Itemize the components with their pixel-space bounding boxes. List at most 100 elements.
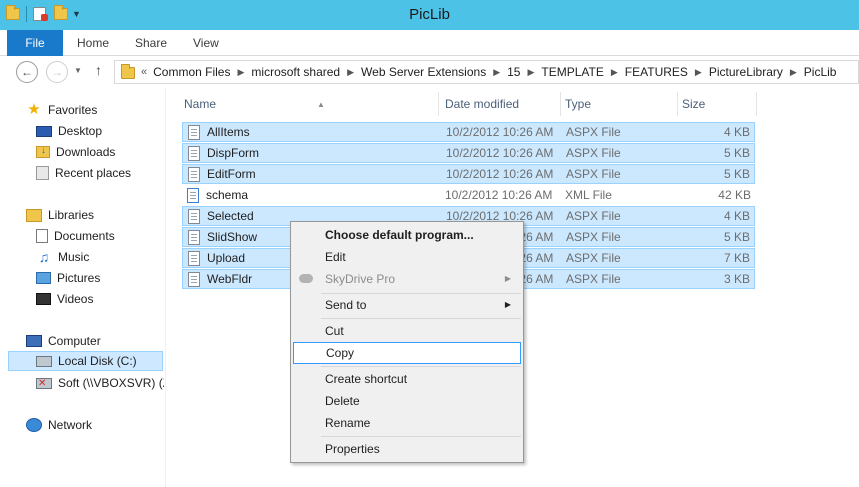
tab-home[interactable]: Home [77, 30, 109, 56]
nav-label: Local Disk (C:) [58, 354, 137, 368]
file-type: ASPX File [566, 272, 621, 286]
tab-share[interactable]: Share [135, 30, 167, 56]
nav-computer[interactable]: Computer [26, 331, 101, 351]
column-header-size[interactable]: Size [678, 92, 757, 116]
file-date: 10/2/2012 10:26 AM [446, 167, 554, 181]
tab-file[interactable]: File [7, 30, 63, 56]
nav-pictures[interactable]: Pictures [36, 268, 100, 288]
nav-label: Network [48, 418, 93, 432]
ribbon-tabs: File Home Share View [0, 30, 859, 56]
file-type: ASPX File [566, 146, 621, 160]
menu-item-edit[interactable]: Edit [293, 246, 521, 268]
back-button[interactable]: ← [16, 61, 38, 83]
menu-separator [321, 366, 521, 367]
chevron-right-icon[interactable]: ▶ [695, 67, 702, 78]
file-size: 4 KB [723, 209, 750, 223]
file-type: ASPX File [566, 167, 621, 181]
window-title: PicLib [409, 6, 450, 23]
sort-ascending-icon: ▲ [317, 100, 325, 109]
menu-item-skydrive-pro[interactable]: SkyDrive Pro ▶ [293, 268, 521, 290]
file-type: XML File [565, 188, 612, 202]
nav-network[interactable]: Network [26, 415, 92, 435]
breadcrumb-common-files[interactable]: Common Files [153, 65, 230, 79]
desktop-icon [36, 125, 52, 137]
file-size: 42 KB [718, 188, 751, 202]
nav-downloads[interactable]: Downloads [36, 142, 115, 162]
menu-separator [321, 436, 521, 437]
file-size: 5 KB [723, 167, 750, 181]
breadcrumb-web-server-extensions[interactable]: Web Server Extensions [361, 65, 486, 79]
nav-libraries[interactable]: Libraries [26, 205, 94, 225]
nav-label: Libraries [48, 208, 95, 222]
documents-icon [36, 229, 48, 243]
menu-item-cut[interactable]: Cut [293, 320, 521, 342]
breadcrumb-features[interactable]: FEATURES [625, 65, 688, 79]
menu-item-create-shortcut[interactable]: Create shortcut [293, 368, 521, 390]
nav-music[interactable]: ♫ Music [36, 247, 90, 267]
nav-label: Pictures [57, 271, 101, 285]
nav-label: Documents [54, 229, 115, 243]
file-icon [188, 145, 200, 161]
chevron-right-icon[interactable]: ▶ [790, 67, 797, 78]
breadcrumb-picturelibrary[interactable]: PictureLibrary [709, 65, 783, 79]
menu-item-delete[interactable]: Delete [293, 390, 521, 412]
chevron-right-icon[interactable]: ▶ [237, 67, 244, 78]
nav-label: Music [58, 250, 90, 264]
chevron-right-icon[interactable]: ▶ [611, 67, 618, 78]
chevron-right-icon[interactable]: ▶ [527, 67, 534, 78]
file-row-dispform[interactable]: DispForm 10/2/2012 10:26 AM ASPX File 5 … [182, 143, 755, 163]
context-menu: Choose default program... Edit SkyDrive … [290, 221, 524, 463]
menu-item-label: Send to [325, 298, 367, 312]
column-header-type[interactable]: Type [561, 92, 678, 116]
disconnected-drive-icon [36, 377, 52, 389]
videos-icon [36, 293, 51, 305]
pictures-icon [36, 272, 51, 284]
column-header-date[interactable]: Date modified [441, 92, 561, 116]
nav-documents[interactable]: Documents [36, 226, 115, 246]
nav-favorites[interactable]: ★ Favorites [26, 100, 97, 120]
column-header-name[interactable]: Name ▲ [180, 92, 439, 116]
nav-local-disk[interactable]: Local Disk (C:) [8, 351, 163, 371]
file-row-allitems[interactable]: AllItems 10/2/2012 10:26 AM ASPX File 4 … [182, 122, 755, 142]
breadcrumb-overflow[interactable]: « [141, 66, 147, 78]
navigation-pane: ★ Favorites Desktop Downloads Recent pla… [0, 88, 166, 487]
file-date: 10/2/2012 10:26 AM [446, 146, 554, 160]
breadcrumb-template[interactable]: TEMPLATE [541, 65, 603, 79]
nav-label: Videos [57, 292, 94, 306]
menu-item-rename[interactable]: Rename [293, 412, 521, 434]
breadcrumb-piclib[interactable]: PicLib [804, 65, 837, 79]
nav-videos[interactable]: Videos [36, 289, 93, 309]
nav-recent-places[interactable]: Recent places [36, 163, 131, 183]
menu-item-label: SkyDrive Pro [325, 272, 396, 286]
submenu-arrow-icon: ▶ [504, 300, 511, 309]
nav-label: Soft (\\VBOXSVR) (Z [58, 376, 164, 390]
menu-item-copy[interactable]: Copy [293, 342, 521, 364]
file-row-editform[interactable]: EditForm 10/2/2012 10:26 AM ASPX File 5 … [182, 164, 755, 184]
address-bar[interactable]: « Common Files ▶ microsoft shared ▶ Web … [114, 60, 859, 84]
chevron-right-icon[interactable]: ▶ [493, 67, 500, 78]
recent-locations-icon[interactable]: ▼ [74, 66, 82, 75]
file-date: 10/2/2012 10:26 AM [446, 125, 554, 139]
star-icon: ★ [27, 101, 41, 118]
menu-item-properties[interactable]: Properties [293, 438, 521, 460]
forward-button[interactable]: → [46, 61, 68, 83]
breadcrumb-15[interactable]: 15 [507, 65, 520, 79]
file-type: ASPX File [566, 209, 621, 223]
file-name: EditForm [207, 167, 256, 181]
menu-item-choose-default-program[interactable]: Choose default program... [293, 224, 521, 246]
column-label: Name [184, 97, 217, 111]
file-date: 10/2/2012 10:26 AM [445, 188, 553, 202]
chevron-right-icon[interactable]: ▶ [347, 67, 354, 78]
nav-soft-network-drive[interactable]: Soft (\\VBOXSVR) (Z [36, 373, 164, 393]
tab-view[interactable]: View [193, 30, 219, 56]
file-name: DispForm [207, 146, 260, 160]
menu-item-send-to[interactable]: Send to ▶ [293, 294, 521, 316]
file-size: 7 KB [723, 251, 750, 265]
up-button[interactable]: ↑ [95, 62, 102, 78]
title-bar: ▼ PicLib [0, 0, 859, 30]
folder-icon [121, 64, 135, 79]
file-row-schema[interactable]: schema 10/2/2012 10:26 AM XML File 42 KB [182, 185, 755, 205]
file-size: 3 KB [723, 272, 750, 286]
breadcrumb-microsoft-shared[interactable]: microsoft shared [251, 65, 340, 79]
nav-desktop[interactable]: Desktop [36, 121, 102, 141]
